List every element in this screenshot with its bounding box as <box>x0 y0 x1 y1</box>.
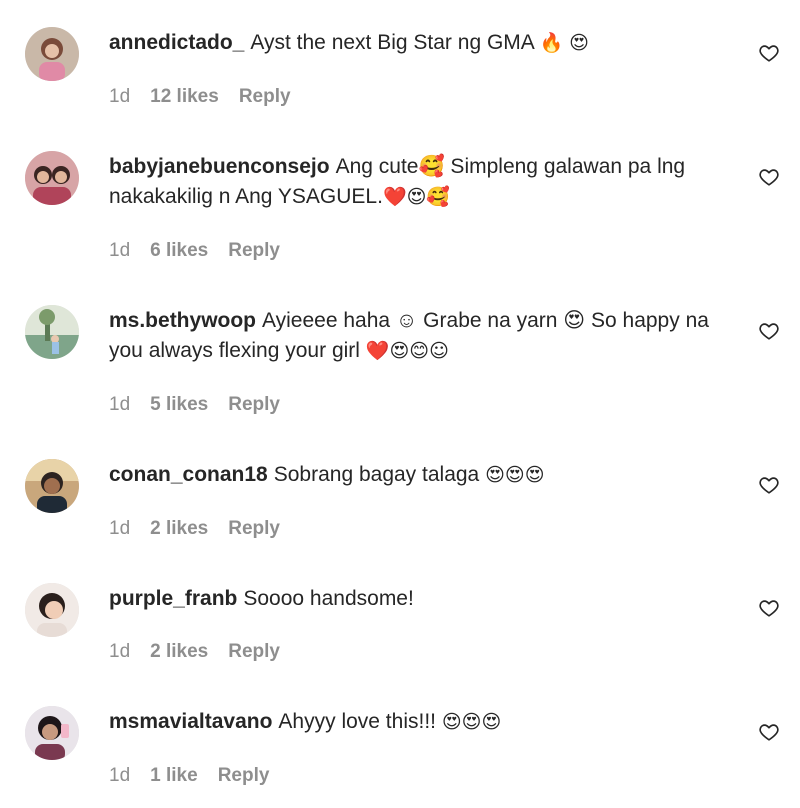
reply-button[interactable]: Reply <box>239 86 291 108</box>
avatar[interactable] <box>25 305 79 359</box>
avatar[interactable] <box>25 151 79 205</box>
avatar[interactable] <box>25 27 79 81</box>
comment-text: annedictado_ Ayst the next Big Star ng GM… <box>109 28 739 58</box>
avatar[interactable] <box>25 583 79 637</box>
comment-emojis: ❤️😍😊☺ <box>365 340 449 362</box>
comment-age: 1d <box>109 518 131 539</box>
comment-meta: 1d 12 likes Reply <box>109 86 291 108</box>
heart-outline-icon[interactable] <box>758 166 780 188</box>
heart-outline-icon[interactable] <box>758 320 780 342</box>
comment-username[interactable]: ms.bethywoop <box>109 309 256 332</box>
comment-text: msmavialtavano Ahyyy love this!!! 😍😍😍 <box>109 707 739 737</box>
comment-emojis: 🔥 😍 <box>539 32 589 54</box>
comment-age: 1d <box>109 240 131 261</box>
comment-text: purple_franb Soooo handsome! <box>109 584 739 614</box>
reply-button[interactable]: Reply <box>218 765 270 787</box>
heart-outline-icon[interactable] <box>758 721 780 743</box>
heart-outline-icon[interactable] <box>758 474 780 496</box>
comment-body: Soooo handsome! <box>243 587 414 610</box>
comment-likes[interactable]: 1 like <box>150 765 198 787</box>
heart-outline-icon[interactable] <box>758 597 780 619</box>
heart-outline-icon[interactable] <box>758 42 780 64</box>
comment-age: 1d <box>109 394 131 415</box>
reply-button[interactable]: Reply <box>228 641 280 663</box>
comment-age: 1d <box>109 86 131 107</box>
avatar[interactable] <box>25 459 79 513</box>
comment-username[interactable]: msmavialtavano <box>109 710 272 733</box>
reply-button[interactable]: Reply <box>228 240 280 262</box>
comment-age: 1d <box>109 641 131 662</box>
comment-body: Sobrang bagay talaga <box>273 463 480 486</box>
comment-username[interactable]: conan_conan18 <box>109 463 268 486</box>
comment-text: babyjanebuenconsejo Ang cute🥰 Simpleng ga… <box>109 152 739 212</box>
comment-meta: 1d 2 likes Reply <box>109 518 280 540</box>
comment-text: conan_conan18 Sobrang bagay talaga 😍😍😍 <box>109 460 739 490</box>
comment-emojis: 😍😍😍 <box>485 464 545 486</box>
comment-meta: 1d 1 like Reply <box>109 765 269 787</box>
reply-button[interactable]: Reply <box>228 394 280 416</box>
comment-username[interactable]: purple_franb <box>109 587 237 610</box>
comment-likes[interactable]: 6 likes <box>150 240 208 262</box>
comment-username[interactable]: babyjanebuenconsejo <box>109 155 330 178</box>
comment-likes[interactable]: 2 likes <box>150 518 208 540</box>
comment-body: Ayst the next Big Star ng GMA <box>250 31 534 54</box>
comment-emojis: 😍😍😍 <box>441 711 502 733</box>
comment-likes[interactable]: 12 likes <box>150 86 219 108</box>
comment-emojis: ❤️😍🥰 <box>382 186 451 208</box>
comment-text: ms.bethywoop Ayieeee haha ☺ Grabe na yarn… <box>109 306 739 366</box>
comment-meta: 1d 6 likes Reply <box>109 240 280 262</box>
comment-username[interactable]: annedictado_ <box>109 31 244 54</box>
avatar[interactable] <box>25 706 79 760</box>
comment-body: Ahyyy love this!!! <box>278 710 436 733</box>
comment-meta: 1d 5 likes Reply <box>109 394 280 416</box>
reply-button[interactable]: Reply <box>228 518 280 540</box>
comment-meta: 1d 2 likes Reply <box>109 641 280 663</box>
comment-age: 1d <box>109 765 131 786</box>
comment-likes[interactable]: 5 likes <box>150 394 208 416</box>
comment-likes[interactable]: 2 likes <box>150 641 208 663</box>
